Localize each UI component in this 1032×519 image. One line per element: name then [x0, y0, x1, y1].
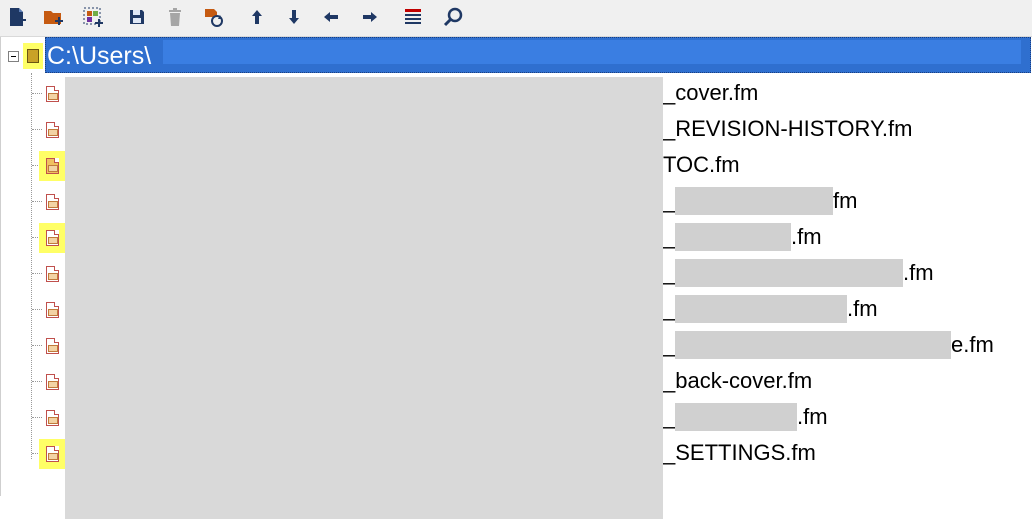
fm-file-icon — [39, 151, 65, 181]
redacted-name — [675, 331, 951, 359]
file-extension: e.fm — [951, 332, 994, 357]
file-label: _ — [663, 188, 676, 213]
redacted-region — [65, 77, 663, 519]
redacted-name — [675, 223, 791, 251]
add-folder-icon — [44, 11, 63, 25]
move-right-icon — [363, 12, 377, 22]
fm-file-icon — [39, 259, 65, 289]
file-label: _ — [663, 332, 676, 357]
add-folder-button[interactable] — [40, 4, 66, 30]
file-extension: .fm — [847, 296, 878, 321]
fm-file-icon — [39, 439, 65, 469]
move-down-icon — [289, 10, 299, 24]
list-button[interactable] — [400, 4, 426, 30]
file-label: _ — [663, 404, 676, 429]
redacted-name — [675, 403, 797, 431]
file-label: _cover.fm — [663, 80, 759, 105]
root-label: C:\Users\ — [47, 42, 152, 70]
redacted-name — [675, 187, 833, 215]
file-extension: fm — [833, 188, 858, 213]
refresh-button[interactable] — [200, 4, 226, 30]
file-label: _SETTINGS.fm — [663, 440, 816, 465]
fm-file-icon — [39, 79, 65, 109]
fm-file-icon — [39, 187, 65, 217]
file-extension: .fm — [797, 404, 828, 429]
move-right-button[interactable] — [357, 4, 383, 30]
file-label: _back-cover.fm — [663, 368, 813, 393]
move-left-icon — [324, 12, 338, 22]
file-label: _ — [663, 224, 676, 249]
add-selection-button[interactable] — [80, 4, 106, 30]
delete-icon — [169, 8, 181, 26]
list-icon — [405, 9, 421, 24]
delete-button[interactable] — [162, 4, 188, 30]
search-button[interactable] — [440, 4, 466, 30]
toolbar — [0, 0, 1032, 37]
file-extension: .fm — [791, 224, 822, 249]
fm-file-icon — [39, 403, 65, 433]
file-tree: C:\Users\ _cover.fm _REVISION-HISTORY.fm T… — [0, 37, 1032, 519]
add-selection-icon — [83, 7, 103, 27]
fm-file-icon — [39, 367, 65, 397]
tree-root-row[interactable]: C:\Users\ — [1, 37, 1032, 73]
new-file-icon — [10, 8, 26, 26]
move-left-button[interactable] — [318, 4, 344, 30]
file-extension: .fm — [903, 260, 934, 285]
file-label: _REVISION-HISTORY.fm — [663, 116, 913, 141]
save-button[interactable] — [124, 4, 150, 30]
fm-file-icon — [39, 115, 65, 145]
book-icon — [23, 43, 43, 69]
move-up-button[interactable] — [244, 4, 270, 30]
fm-file-icon — [39, 223, 65, 253]
refresh-icon — [205, 9, 223, 27]
file-label: _ — [663, 260, 676, 285]
redacted-name — [675, 295, 847, 323]
move-up-icon — [252, 10, 262, 24]
fm-file-icon — [39, 331, 65, 361]
redacted-name — [675, 259, 903, 287]
redacted-path — [163, 40, 1021, 64]
save-icon — [130, 10, 144, 24]
fm-file-icon — [39, 295, 65, 325]
move-down-button[interactable] — [281, 4, 307, 30]
collapse-toggle[interactable] — [8, 51, 19, 62]
file-label: TOC.fm — [663, 152, 740, 177]
search-icon — [443, 7, 463, 27]
file-label: _ — [663, 296, 676, 321]
new-file-button[interactable] — [4, 4, 30, 30]
